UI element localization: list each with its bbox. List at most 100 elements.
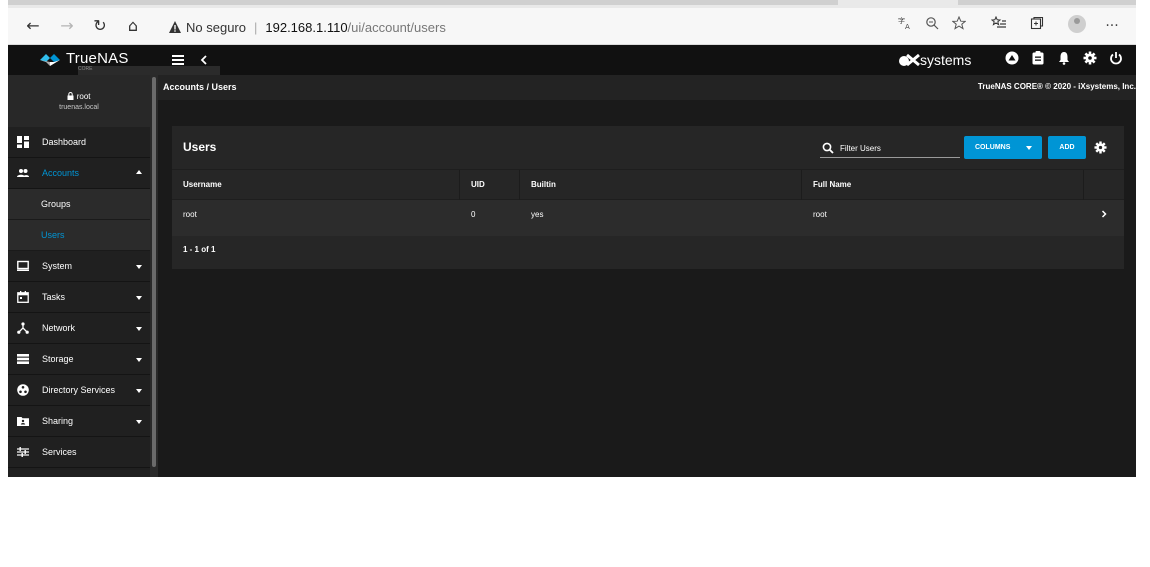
sidebar-item-directory-services[interactable]: Directory Services (8, 375, 150, 406)
directory-services-icon (17, 384, 29, 396)
users-card: Users COLUMNS ADD Username UID Builtin F… (172, 126, 1124, 269)
more-menu-icon[interactable]: ··· (1101, 16, 1123, 36)
sidebar-item-storage[interactable]: Storage (8, 344, 150, 375)
chevron-right-icon[interactable] (1101, 210, 1107, 218)
sidebar-item-accounts[interactable]: Accounts (8, 158, 150, 189)
table-header: Username UID Builtin Full Name (172, 169, 1124, 200)
sidebar-item-label: Network (42, 323, 76, 333)
sidebar-item-label: Directory Services (42, 385, 116, 395)
ixsystems-logo[interactable]: systems (898, 52, 971, 68)
browser-tab-strip (8, 0, 1136, 8)
collapse-chevron-icon[interactable] (198, 50, 210, 70)
table-settings-gear-icon[interactable] (1094, 141, 1107, 154)
column-header-full-name[interactable]: Full Name (802, 170, 1084, 200)
chevron-down-icon (1026, 146, 1032, 150)
browser-tab[interactable] (958, 0, 1136, 5)
collections-icon[interactable] (1026, 16, 1048, 36)
sidebar-item-system[interactable]: System (8, 251, 150, 282)
sidebar-item-label: Dashboard (42, 137, 87, 147)
chevron-down-icon (136, 265, 142, 269)
cell-uid: 0 (471, 210, 476, 219)
menu-toggle-icon[interactable] (171, 50, 185, 70)
sidebar-item-label: Accounts (42, 168, 80, 178)
task-manager-icon[interactable] (1030, 50, 1046, 70)
notifications-bell-icon[interactable] (1056, 50, 1072, 70)
browser-window: ← → ↻ ⌂ No seguro | 192.168.1.110/ui/accou… (8, 0, 1136, 477)
system-icon (17, 260, 29, 271)
forward-icon[interactable]: → (56, 16, 78, 36)
filter-users-input[interactable] (840, 142, 950, 154)
columns-button-label: COLUMNS (975, 144, 1011, 151)
power-icon[interactable] (1108, 50, 1124, 70)
ixsystems-logo-icon (899, 53, 920, 67)
reload-icon[interactable]: ↻ (89, 16, 111, 36)
tasks-icon (17, 291, 29, 303)
cell-username: root (183, 210, 197, 219)
sidebar-item-label: Sharing (42, 416, 74, 426)
sharing-icon (17, 417, 29, 426)
sidebar-subitem-label: Groups (41, 199, 71, 209)
home-icon[interactable]: ⌂ (122, 16, 144, 36)
sidebar-item-label: Storage (42, 354, 74, 364)
sidebar-item-label: Tasks (42, 292, 66, 302)
user-card: root truenas.local (8, 75, 150, 127)
column-header-uid[interactable]: UID (460, 170, 520, 200)
settings-gear-icon[interactable] (1082, 50, 1098, 70)
filter-users-field[interactable] (820, 134, 960, 158)
column-header-username[interactable]: Username (172, 170, 460, 200)
product-name: TrueNAS (66, 50, 129, 67)
sidebar-subitem-users[interactable]: Users (8, 220, 150, 251)
columns-button[interactable]: COLUMNS (964, 136, 1042, 159)
cell-builtin: yes (531, 210, 544, 219)
sidebar-hostname: truenas.local (59, 104, 99, 111)
ixsystems-brand-text: systems (920, 52, 972, 68)
chevron-up-icon (136, 170, 142, 174)
address-bar[interactable]: No seguro | 192.168.1.110/ui/account/users (168, 18, 708, 38)
translate-icon[interactable]: 字A (894, 16, 916, 36)
pagination-text: 1 - 1 of 1 (183, 245, 216, 254)
back-icon[interactable]: ← (22, 16, 44, 36)
profile-avatar-icon[interactable] (1068, 15, 1086, 33)
sidebar-item-label: System (42, 261, 73, 271)
truenas-logo[interactable]: TrueNAS CORE (8, 45, 220, 97)
favorite-star-icon[interactable] (948, 15, 970, 36)
breadcrumb: Accounts / Users (163, 82, 237, 92)
warning-icon (169, 21, 181, 33)
sidebar-scrollbar[interactable] (150, 75, 158, 477)
sidebar-subitem-groups[interactable]: Groups (8, 189, 150, 220)
truenas-logo-icon (40, 54, 60, 66)
truecommand-icon[interactable] (1004, 50, 1020, 70)
sidebar-item-dashboard[interactable]: Dashboard (8, 127, 150, 158)
chevron-down-icon (136, 296, 142, 300)
main-content: Accounts / Users TrueNAS CORE® © 2020 - … (158, 75, 1136, 477)
services-icon (17, 447, 29, 457)
breadcrumb-bar: Accounts / Users TrueNAS CORE® © 2020 - … (158, 75, 1136, 100)
accounts-icon (17, 169, 29, 177)
zoom-icon[interactable] (921, 16, 943, 36)
table-row[interactable]: root 0 yes root (172, 200, 1124, 236)
browser-toolbar: ← → ↻ ⌂ No seguro | 192.168.1.110/ui/accou… (8, 8, 1136, 45)
lock-icon (67, 92, 74, 100)
add-user-button[interactable]: ADD (1048, 136, 1086, 159)
url-separator: | (253, 20, 258, 35)
sidebar-item-sharing[interactable]: Sharing (8, 406, 150, 437)
network-icon (17, 322, 29, 334)
copyright-text: TrueNAS CORE® © 2020 - iXsystems, Inc. (977, 82, 1136, 91)
browser-tab[interactable] (8, 0, 838, 5)
sidebar-subitem-label: Users (41, 230, 65, 240)
chevron-down-icon (136, 327, 142, 331)
sidebar-item-label: Services (42, 447, 77, 457)
svg-text:字: 字 (898, 16, 905, 25)
sidebar-item-tasks[interactable]: Tasks (8, 282, 150, 313)
app-topbar: TrueNAS CORE systems (8, 45, 1136, 97)
scrollbar-thumb[interactable] (152, 77, 156, 467)
dashboard-icon (17, 136, 29, 148)
sidebar-username: root (8, 92, 150, 101)
chevron-down-icon (136, 358, 142, 362)
column-header-actions (1084, 170, 1124, 200)
favorites-list-icon[interactable] (988, 15, 1010, 36)
sidebar-item-network[interactable]: Network (8, 313, 150, 344)
column-header-builtin[interactable]: Builtin (520, 170, 802, 200)
url-path: /ui/account/users (347, 20, 446, 35)
sidebar-item-services[interactable]: Services (8, 437, 150, 468)
